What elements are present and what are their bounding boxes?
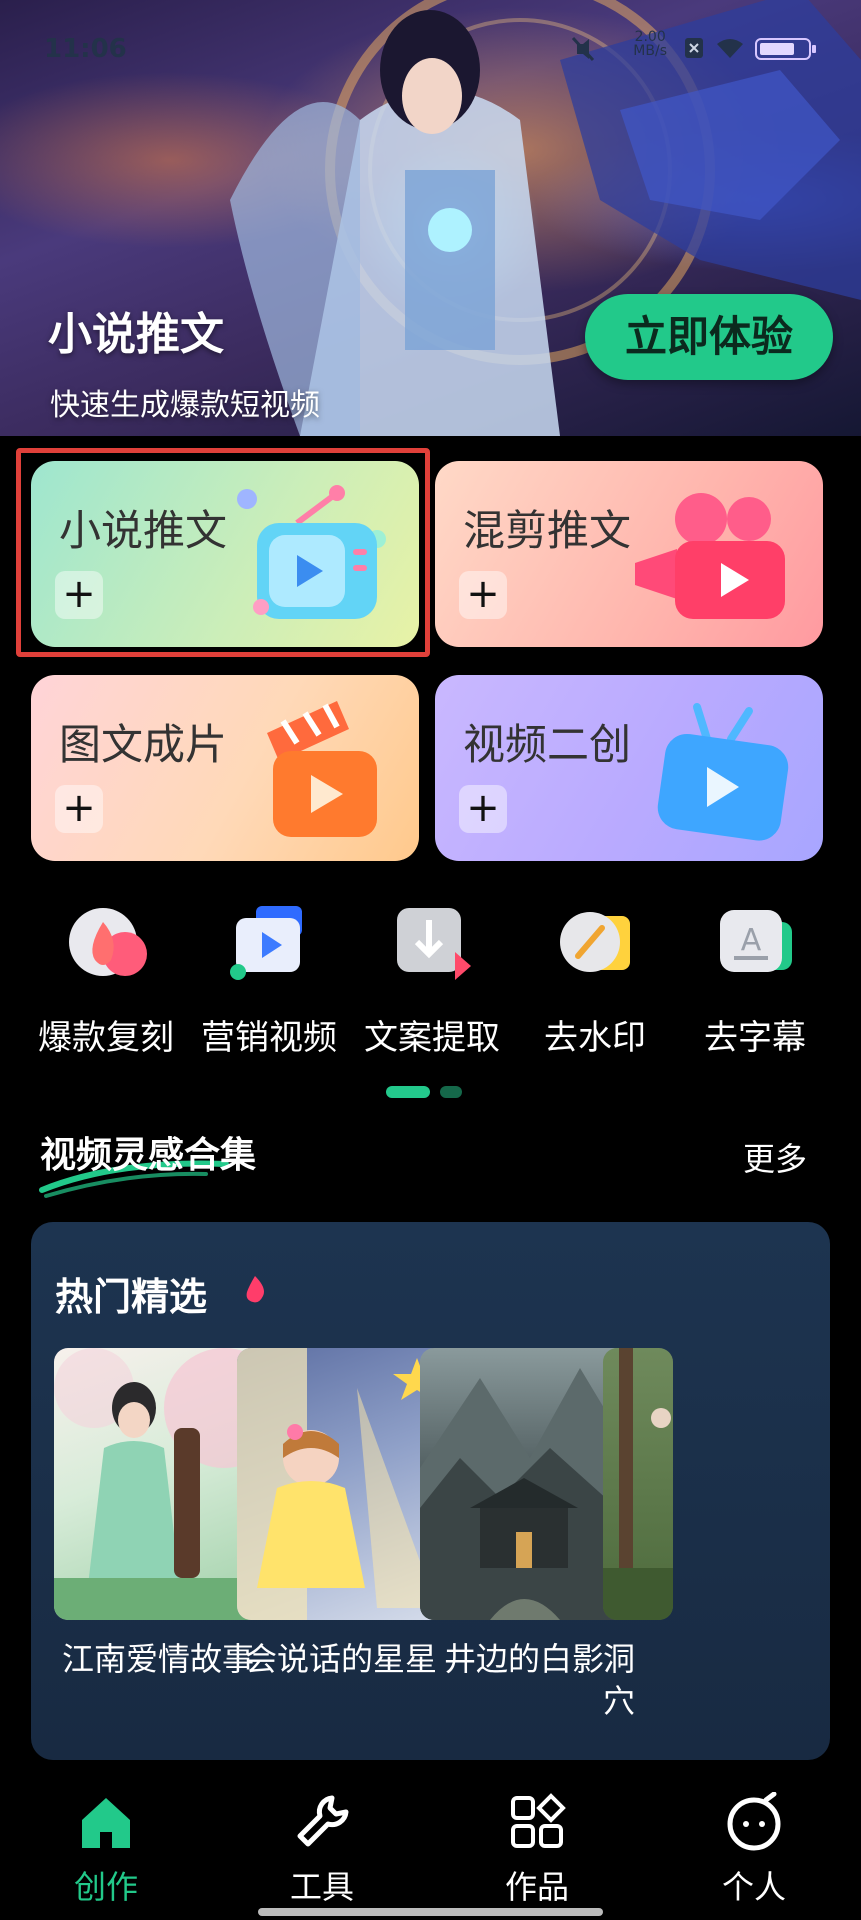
- subtitle-icon: A: [720, 910, 792, 972]
- video-camera-icon: [635, 493, 785, 619]
- grid-icon: [511, 1793, 566, 1848]
- page-dot-active: [386, 1086, 430, 1098]
- card-label: 混剪推文: [463, 506, 632, 555]
- nav-profile[interactable]: 个人: [684, 1791, 824, 1908]
- flame-icon: [69, 908, 147, 976]
- video-title[interactable]: 井边的白影: [420, 1638, 628, 1680]
- nav-label: 作品: [504, 1868, 569, 1906]
- status-bar: 11:06 2.00 MB/s: [44, 30, 817, 66]
- tool-label: 爆款复刻: [38, 1018, 174, 1058]
- tool-label: 文案提取: [364, 1018, 500, 1058]
- nav-label: 个人: [721, 1868, 786, 1906]
- try-now-button[interactable]: 立即体验: [585, 294, 833, 380]
- no-sim-icon: [685, 38, 703, 58]
- nav-works[interactable]: 作品: [467, 1792, 607, 1908]
- thumbnail-art: [54, 1348, 262, 1620]
- nav-create[interactable]: 创作: [36, 1792, 176, 1908]
- add-icon[interactable]: +: [55, 785, 103, 833]
- tool-remove-subtitle[interactable]: A 去字幕: [675, 900, 835, 1059]
- fire-icon: [246, 1276, 264, 1303]
- bottom-nav: 创作 工具 作品 个人: [0, 1768, 861, 1920]
- tool-remove-watermark[interactable]: 去水印: [515, 900, 675, 1059]
- tool-text-extract[interactable]: 文案提取: [352, 900, 512, 1059]
- thumbnail-art: [603, 1348, 673, 1620]
- hero-title: 小说推文: [48, 309, 224, 360]
- nav-label: 创作: [73, 1868, 138, 1906]
- battery-icon: [755, 38, 816, 60]
- video-thumbnail[interactable]: [237, 1348, 445, 1620]
- status-time: 11:06: [44, 34, 127, 64]
- home-indicator[interactable]: [258, 1908, 603, 1916]
- add-icon[interactable]: +: [459, 785, 507, 833]
- tool-label: 去字幕: [704, 1018, 806, 1058]
- tv-antenna-icon: [657, 703, 789, 841]
- video-thumbnail[interactable]: [603, 1348, 673, 1620]
- video-thumbnail[interactable]: [420, 1348, 628, 1620]
- home-icon: [82, 1798, 130, 1848]
- tool-marketing-video[interactable]: 营销视频: [189, 900, 349, 1059]
- thumbnail-art: [420, 1368, 628, 1620]
- page-dot: [440, 1086, 462, 1098]
- face-icon: [727, 1791, 781, 1851]
- wrench-icon: [297, 1795, 349, 1847]
- tool-label: 去水印: [544, 1018, 646, 1058]
- panel-title: 热门精选: [55, 1275, 208, 1319]
- nav-label: 工具: [289, 1868, 354, 1906]
- network-speed: 2.00 MB/s: [633, 30, 667, 58]
- download-icon: [397, 908, 471, 980]
- hero-banner[interactable]: 11:06 2.00 MB/s 小说推文 快速生成爆款短视频 立即体验: [0, 0, 861, 436]
- selection-highlight: [16, 448, 430, 657]
- video-title[interactable]: 会说话的星星: [237, 1638, 445, 1680]
- card-video-remix[interactable]: 视频二创 +: [435, 675, 823, 861]
- section-title: 视频灵感合集: [40, 1135, 257, 1176]
- svg-text:A: A: [741, 923, 762, 958]
- nav-tools[interactable]: 工具: [252, 1792, 392, 1908]
- card-image-to-video[interactable]: 图文成片 +: [31, 675, 419, 861]
- card-label: 图文成片: [59, 720, 228, 769]
- hot-picks-panel: 热门精选 江南爱情故事 会说话的星星 井边的白影 洞穴: [31, 1222, 830, 1760]
- video-title[interactable]: 洞穴: [603, 1638, 651, 1722]
- hero-subtitle: 快速生成爆款短视频: [50, 388, 320, 423]
- mute-icon: [571, 36, 595, 62]
- video-thumbnail[interactable]: [54, 1348, 262, 1620]
- video-title[interactable]: 江南爱情故事: [54, 1638, 262, 1680]
- clapperboard-icon: [267, 701, 377, 837]
- marketing-video-icon: [230, 906, 302, 980]
- more-link[interactable]: 更多: [743, 1134, 807, 1180]
- brush-icon: [560, 912, 630, 972]
- network-speed-unit: MB/s: [633, 43, 667, 59]
- tool-viral-replicate[interactable]: 爆款复刻: [26, 900, 186, 1059]
- network-speed-value: 2.00: [634, 29, 666, 45]
- thumbnail-art: [237, 1348, 441, 1620]
- tool-label: 营销视频: [201, 1018, 337, 1058]
- card-mix-cut-tweet[interactable]: 混剪推文 +: [435, 461, 823, 647]
- add-icon[interactable]: +: [459, 571, 507, 619]
- wifi-icon: [717, 39, 743, 58]
- card-label: 视频二创: [463, 720, 632, 769]
